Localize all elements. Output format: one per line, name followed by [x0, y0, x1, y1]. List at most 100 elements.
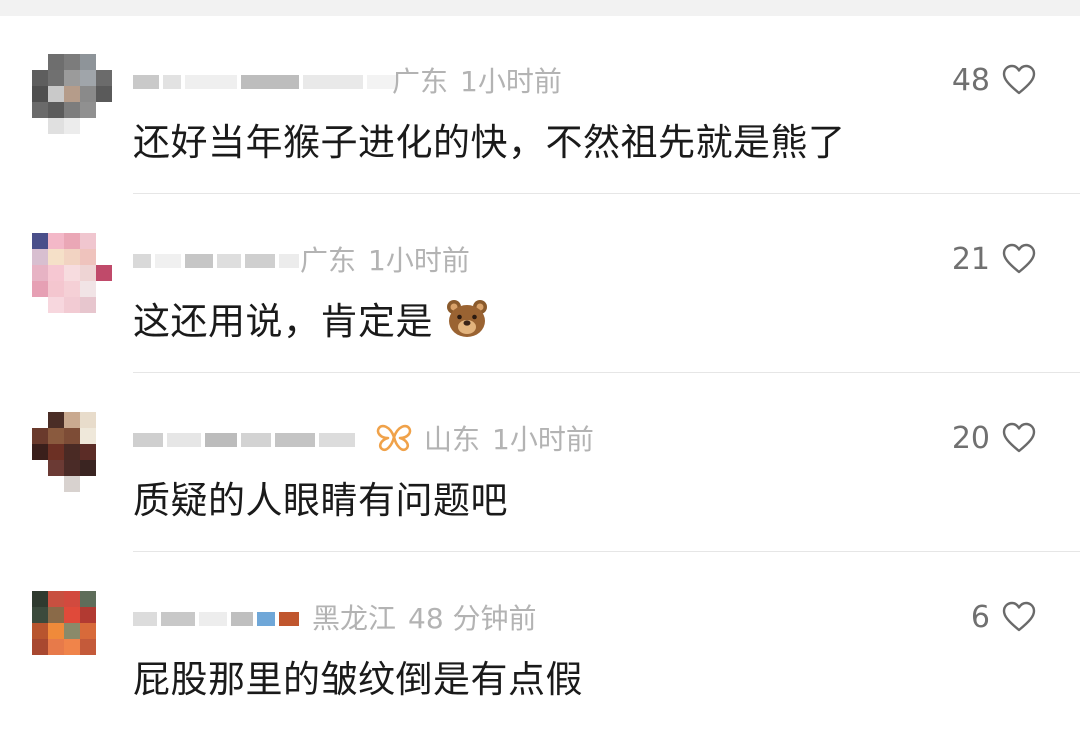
like-control[interactable]: 6 [971, 597, 1036, 637]
avatar-pixel [48, 54, 64, 70]
comment-meta: 山东 1小时前 [424, 418, 594, 458]
avatar-pixel [96, 102, 112, 118]
avatar-pixel [96, 444, 112, 460]
avatar-pixel [48, 639, 64, 655]
avatar-pixel [32, 476, 48, 492]
avatar-pixel [32, 591, 48, 607]
location: 广东 [300, 244, 357, 277]
avatar-pixel [96, 297, 112, 313]
divider [133, 193, 1080, 194]
avatar-pixel [64, 655, 80, 671]
timestamp: 48 分钟前 [408, 602, 537, 635]
avatar-pixel [48, 460, 64, 476]
comment-meta: 广东 1小时前 [300, 239, 470, 279]
avatar-pixel [32, 639, 48, 655]
avatar-pixel [48, 297, 64, 313]
like-control[interactable]: 21 [952, 239, 1036, 279]
comment-text: 质疑的人眼睛有问题吧 [133, 479, 508, 522]
avatar-pixel [48, 281, 64, 297]
butterfly-badge-icon [376, 424, 412, 452]
avatar-pixel [96, 428, 112, 444]
avatar-pixel [96, 623, 112, 639]
avatar-pixel [64, 233, 80, 249]
avatar-pixel [32, 281, 48, 297]
timestamp: 1小时前 [492, 423, 594, 456]
avatar-pixel [32, 233, 48, 249]
avatar-pixel [96, 281, 112, 297]
avatar-pixel [32, 444, 48, 460]
comment-meta: 黑龙江 48 分钟前 [312, 597, 537, 637]
heart-icon[interactable] [1002, 422, 1036, 454]
comment-item: 黑龙江 48 分钟前 屁股那里的皱纹倒是有点假 6 [0, 553, 1080, 731]
avatar-pixel [80, 118, 96, 134]
avatar-pixel [48, 70, 64, 86]
heart-icon[interactable] [1002, 601, 1036, 633]
like-control[interactable]: 48 [952, 60, 1036, 100]
username-blurred[interactable] [133, 243, 299, 279]
avatar-pixel [64, 639, 80, 655]
avatar-pixel [64, 591, 80, 607]
avatar-pixel [48, 102, 64, 118]
avatar-pixel [64, 412, 80, 428]
avatar-pixel [80, 623, 96, 639]
avatar-pixel [96, 655, 112, 671]
avatar-pixel [32, 70, 48, 86]
avatar-pixel [32, 86, 48, 102]
divider [133, 372, 1080, 373]
avatar-pixel [48, 428, 64, 444]
avatar-pixel [64, 249, 80, 265]
username-blurred[interactable] [133, 422, 355, 458]
avatar-pixel [32, 118, 48, 134]
like-count: 6 [970, 599, 990, 635]
avatar-pixel [48, 444, 64, 460]
heart-icon[interactable] [1002, 243, 1036, 275]
avatar-pixel [80, 476, 96, 492]
avatar-pixel [80, 444, 96, 460]
avatar-pixel [80, 102, 96, 118]
avatar-pixel [64, 623, 80, 639]
like-control[interactable]: 20 [952, 418, 1036, 458]
comment-item: 山东 1小时前 质疑的人眼睛有问题吧 20 [0, 374, 1080, 552]
location: 广东 [392, 65, 449, 98]
timestamp: 1小时前 [368, 244, 470, 277]
avatar-pixel [32, 428, 48, 444]
avatar-pixel [48, 412, 64, 428]
comment-item: 广东 1小时前 这还用说，肯定是 21 [0, 195, 1080, 373]
avatar-pixel [48, 623, 64, 639]
comment-text: 屁股那里的皱纹倒是有点假 [133, 658, 583, 701]
avatar-pixel [48, 591, 64, 607]
comment-item: 广东 1小时前 还好当年猴子进化的快，不然祖先就是熊了 48 [0, 16, 1080, 194]
avatar-pixel [32, 265, 48, 281]
avatar-pixel [96, 118, 112, 134]
like-count: 20 [951, 420, 990, 456]
like-count: 48 [951, 62, 990, 98]
avatar-pixel [32, 249, 48, 265]
avatar-pixel [96, 412, 112, 428]
username-blurred[interactable] [133, 601, 299, 637]
avatar-pixel [80, 460, 96, 476]
avatar-pixel [80, 249, 96, 265]
avatar-pixel [64, 297, 80, 313]
location: 黑龙江 [312, 602, 397, 635]
heart-icon[interactable] [1002, 64, 1036, 96]
avatar-pixel [48, 607, 64, 623]
avatar-pixel [80, 655, 96, 671]
comment-text: 还好当年猴子进化的快，不然祖先就是熊了 [133, 121, 846, 164]
avatar-pixel [80, 70, 96, 86]
comment-text-body: 这还用说，肯定是 [133, 300, 433, 343]
avatar-pixel [64, 460, 80, 476]
avatar-pixel [64, 476, 80, 492]
avatar-pixel [32, 460, 48, 476]
avatar[interactable] [32, 233, 112, 313]
avatar[interactable] [32, 412, 112, 492]
avatar-pixel [64, 118, 80, 134]
bear-face-emoji-icon [447, 300, 488, 337]
avatar[interactable] [32, 54, 112, 134]
avatar-pixel [96, 265, 112, 281]
avatar-pixel [96, 591, 112, 607]
avatar-pixel [32, 607, 48, 623]
username-blurred[interactable] [133, 64, 397, 100]
avatar-pixel [64, 607, 80, 623]
avatar-pixel [64, 265, 80, 281]
avatar[interactable] [32, 591, 112, 671]
